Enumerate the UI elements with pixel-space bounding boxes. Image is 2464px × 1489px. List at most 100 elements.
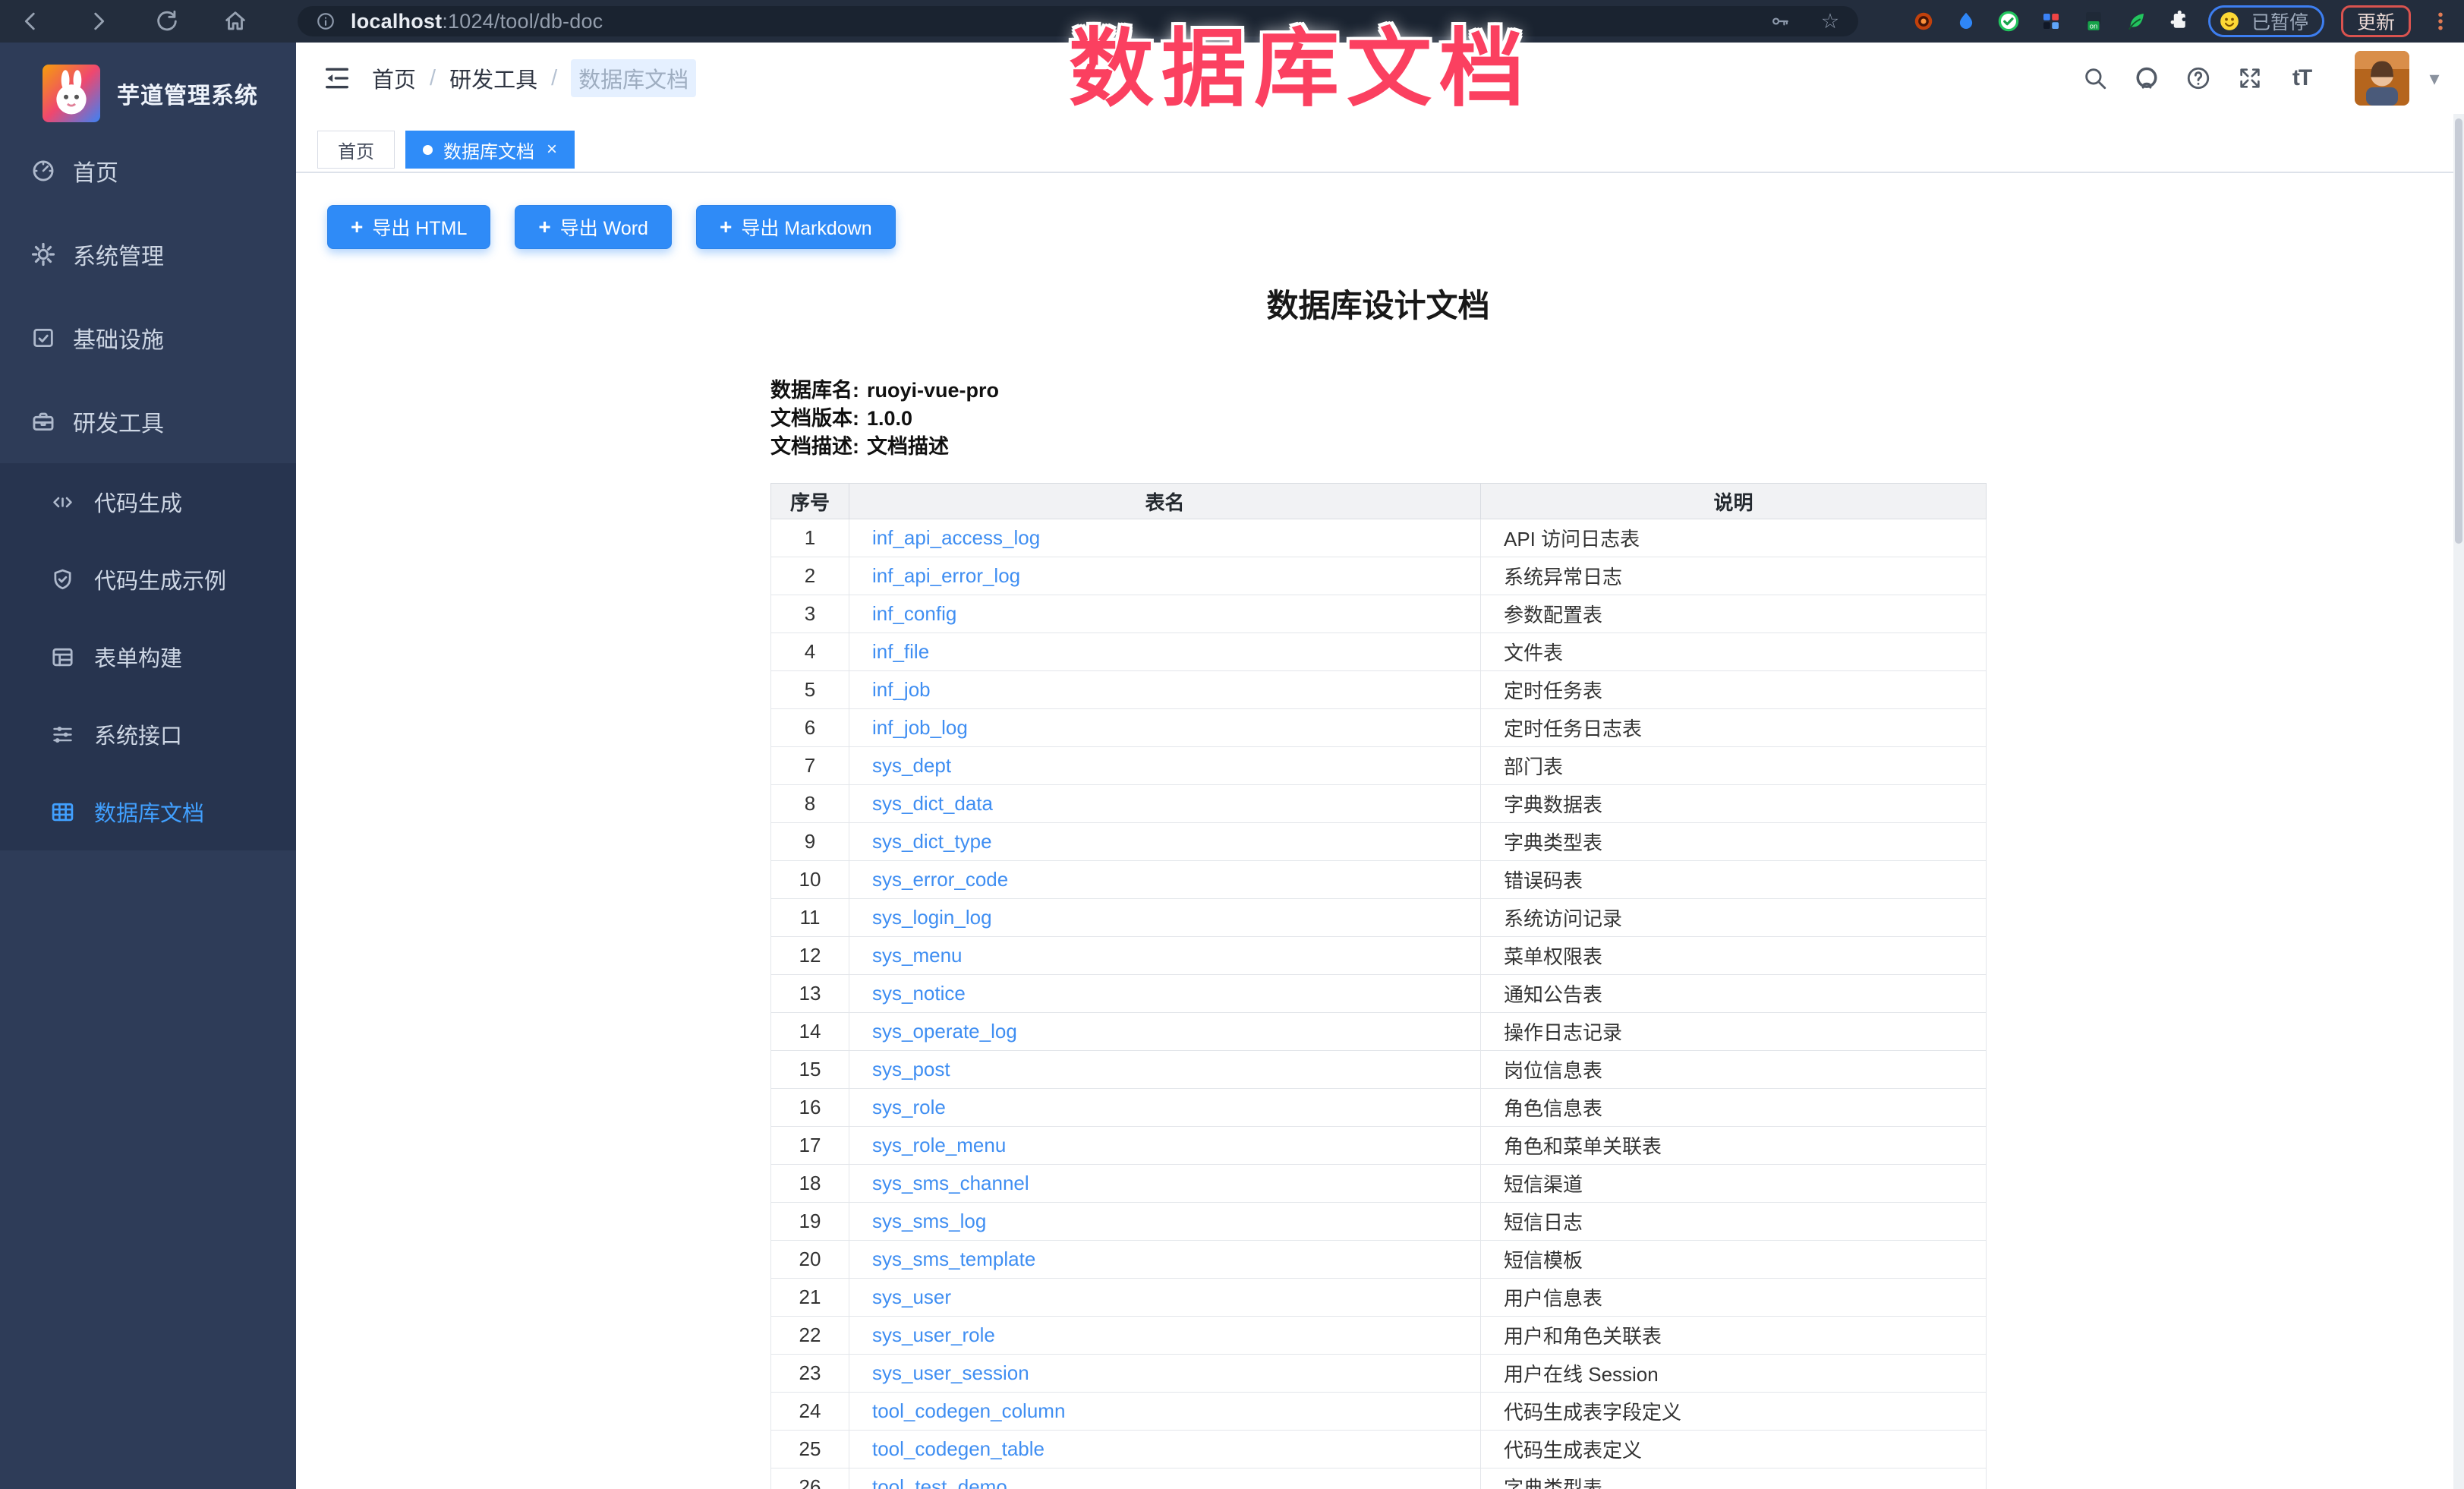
search-icon[interactable] [2069, 43, 2121, 114]
avatar-caret-down-icon[interactable]: ▾ [2417, 43, 2452, 114]
table-name-link[interactable]: tool_codegen_column [872, 1399, 1065, 1422]
scrollbar-thumb[interactable] [2455, 118, 2462, 544]
table-name-link[interactable]: sys_sms_log [872, 1210, 986, 1232]
table-name-link[interactable]: inf_api_access_log [872, 526, 1040, 549]
sidebar-item-sub-0[interactable]: 代码生成 [0, 463, 296, 541]
table-name-link[interactable]: sys_login_log [872, 906, 992, 929]
fullscreen-icon[interactable] [2224, 43, 2276, 114]
row-index-cell: 16 [771, 1089, 849, 1127]
table-name-link[interactable]: sys_sms_channel [872, 1172, 1029, 1194]
table-name-link[interactable]: inf_job_log [872, 716, 968, 739]
sidebar-item-3[interactable]: 研发工具 [0, 380, 296, 463]
code-icon [50, 490, 94, 515]
table-desc-cell: 系统访问记录 [1481, 899, 1987, 937]
font-size-icon[interactable]: tT [2276, 43, 2327, 114]
plus-icon: + [720, 215, 732, 239]
table-name-link[interactable]: sys_role [872, 1096, 946, 1118]
browser-menu-icon[interactable] [2428, 8, 2453, 34]
tab-1[interactable]: 数据库文档× [405, 131, 575, 169]
sidebar-item-sub-1[interactable]: 代码生成示例 [0, 541, 296, 618]
ext-green-leaf-icon[interactable] [2123, 8, 2149, 34]
bookmark-star-icon[interactable]: ☆ [1819, 10, 1842, 33]
table-name-cell: sys_sms_template [849, 1241, 1481, 1279]
table-name-link[interactable]: sys_dict_data [872, 792, 993, 815]
table-name-link[interactable]: inf_api_error_log [872, 564, 1020, 587]
table-name-link[interactable]: sys_menu [872, 944, 963, 967]
table-desc-cell: 字典类型表 [1481, 823, 1987, 861]
breadcrumb-separator: / [551, 66, 557, 91]
export-button-1[interactable]: +导出 Word [515, 205, 672, 249]
sidebar-item-2[interactable]: 基础设施 [0, 296, 296, 380]
table-name-link[interactable]: inf_file [872, 640, 929, 663]
profile-paused-chip[interactable]: 已暂停 [2208, 5, 2324, 37]
site-info-icon[interactable] [314, 10, 337, 33]
table-desc-cell: 错误码表 [1481, 861, 1987, 899]
ext-puzzle-icon[interactable] [2166, 8, 2191, 34]
sidebar-item-1[interactable]: 系统管理 [0, 213, 296, 296]
table-row: 10sys_error_code错误码表 [771, 861, 1987, 899]
table-name-link[interactable]: tool_codegen_table [872, 1437, 1045, 1460]
table-name-link[interactable]: sys_notice [872, 982, 966, 1005]
table-row: 13sys_notice通知公告表 [771, 975, 1987, 1013]
ext-green-check-icon[interactable] [1996, 8, 2021, 34]
forward-icon[interactable] [85, 8, 112, 35]
table-desc-cell: 操作日志记录 [1481, 1013, 1987, 1051]
table-name-link[interactable]: inf_config [872, 602, 956, 625]
table-name-link[interactable]: sys_user_role [872, 1323, 995, 1346]
tab-close-icon[interactable]: × [547, 140, 557, 159]
table-row: 12sys_menu菜单权限表 [771, 937, 1987, 975]
sidebar: 芋道管理系统 首页系统管理基础设施研发工具代码生成代码生成示例表单构建系统接口数… [0, 43, 296, 1489]
help-icon[interactable] [2173, 43, 2224, 114]
table-name-link[interactable]: inf_job [872, 678, 931, 701]
reload-icon[interactable] [153, 8, 181, 35]
row-index-cell: 4 [771, 633, 849, 671]
export-button-0[interactable]: +导出 HTML [327, 205, 490, 249]
back-icon[interactable] [17, 8, 44, 35]
breadcrumb-item-1[interactable]: 研发工具 [449, 62, 537, 94]
sidebar-item-sub-3[interactable]: 系统接口 [0, 696, 296, 773]
export-button-2[interactable]: +导出 Markdown [696, 205, 896, 249]
sidebar-item-sub-2[interactable]: 表单构建 [0, 618, 296, 696]
tab-0[interactable]: 首页 [317, 131, 395, 169]
table-desc-cell: 字典数据表 [1481, 785, 1987, 823]
browser-update-button[interactable]: 更新 [2341, 5, 2411, 37]
table-desc-cell: 用户在线 Session [1481, 1355, 1987, 1393]
ext-blue-drop-icon[interactable] [1953, 8, 1979, 34]
table-name-link[interactable]: sys_user_session [872, 1361, 1029, 1384]
smiley-profile-icon [2217, 8, 2242, 34]
table-row: 26tool_test_demo字典类型表 [771, 1468, 1987, 1489]
table-row: 5inf_job定时任务表 [771, 671, 1987, 709]
table-name-link[interactable]: sys_dict_type [872, 830, 992, 853]
ext-orange-icon[interactable] [1911, 8, 1936, 34]
table-name-cell: sys_notice [849, 975, 1481, 1013]
password-key-icon[interactable] [1769, 10, 1791, 33]
collapse-sidebar-icon[interactable] [321, 63, 353, 93]
user-avatar[interactable] [2355, 51, 2409, 106]
sidebar-item-0[interactable]: 首页 [0, 129, 296, 213]
table-name-link[interactable]: sys_role_menu [872, 1134, 1006, 1156]
home-icon[interactable] [222, 8, 249, 35]
table-name-link[interactable]: sys_error_code [872, 868, 1008, 891]
breadcrumb-item-0[interactable]: 首页 [372, 62, 416, 94]
table-name-link[interactable]: sys_operate_log [872, 1020, 1017, 1043]
ext-grid-icon[interactable] [2038, 8, 2064, 34]
table-name-link[interactable]: sys_post [872, 1058, 950, 1080]
table-desc-cell: 短信日志 [1481, 1203, 1987, 1241]
table-name-cell: sys_role [849, 1089, 1481, 1127]
table-name-link[interactable]: sys_dept [872, 754, 951, 777]
row-index-cell: 5 [771, 671, 849, 709]
github-icon[interactable] [2121, 43, 2173, 114]
table-name-link[interactable]: tool_test_demo [872, 1475, 1007, 1489]
table-name-link[interactable]: sys_user [872, 1286, 951, 1308]
sidebar-item-sub-4[interactable]: 数据库文档 [0, 773, 296, 850]
table-name-cell: sys_operate_log [849, 1013, 1481, 1051]
dashboard-icon [30, 158, 73, 184]
dbtable-icon [50, 800, 94, 825]
window-scrollbar[interactable] [2453, 114, 2464, 1489]
infra-icon [30, 325, 73, 351]
row-index-cell: 22 [771, 1317, 849, 1355]
ext-on-badge-icon[interactable]: on [2081, 8, 2106, 34]
gear-icon [30, 241, 73, 267]
table-name-link[interactable]: sys_sms_template [872, 1248, 1035, 1270]
address-bar[interactable]: localhost:1024/tool/db-doc ☆ [298, 6, 1858, 36]
